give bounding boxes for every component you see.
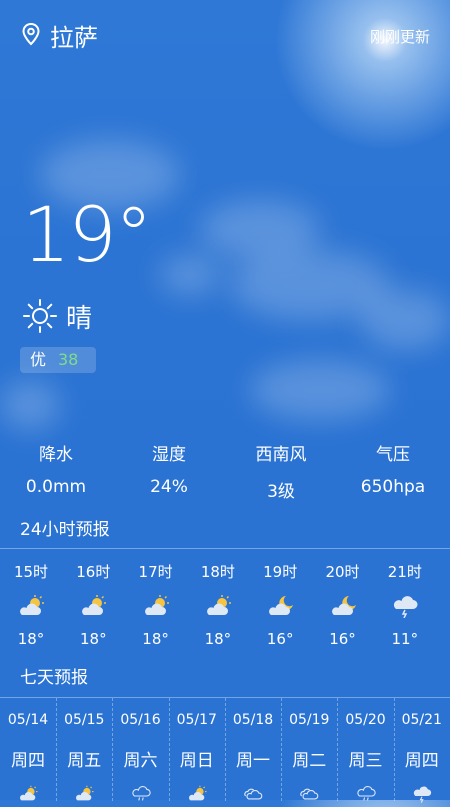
hour-time: 19时 [263, 563, 298, 581]
hour-temp: 18° [80, 630, 107, 648]
day-weekday: 周四 [11, 751, 45, 771]
hourly-item: 19时 16° [249, 549, 311, 648]
rain-icon [130, 785, 152, 805]
current-temperature: 19° [22, 190, 153, 279]
day-date: 05/19 [289, 712, 330, 728]
stat-pressure: 气压 650hpa [338, 440, 448, 497]
day-date: 05/20 [345, 712, 386, 728]
rain-icon [355, 785, 377, 805]
hour-time: 16时 [76, 563, 111, 581]
top-bar: 拉萨 刚刚更新 [0, 0, 450, 70]
day-date: 05/15 [64, 712, 105, 728]
location-pin-icon[interactable] [20, 22, 42, 46]
stat-value: 0.0mm [25, 477, 87, 497]
stat-wind: 西南风 3级 [226, 440, 336, 502]
day-weekday: 周二 [292, 751, 327, 771]
hour-temp: 11° [391, 630, 419, 648]
daily-item[interactable]: 05/16 周六 [113, 698, 170, 801]
day-date: 05/14 [7, 712, 49, 728]
daily-forecast[interactable]: 05/14 周四 05/15 周五 05/16 周六 05/17 周日 05/18 周一 05/19… [0, 697, 450, 803]
partly-cloudy-moon-icon [328, 594, 358, 618]
daily-item[interactable]: 05/14 周四 [0, 698, 57, 801]
daily-item[interactable]: 05/19 周二 [281, 698, 339, 801]
day-weekday: 周四 [404, 751, 439, 771]
hourly-item: 21时 11° [374, 549, 436, 648]
day-date: 05/17 [176, 712, 217, 728]
stat-humidity: 湿度 24% [114, 440, 224, 497]
stat-value: 650hpa [360, 477, 426, 497]
hour-temp: 16° [329, 630, 356, 648]
day-weekday: 周日 [179, 751, 214, 771]
stat-precipitation: 降水 0.0mm [1, 440, 111, 497]
day-weekday: 周五 [67, 751, 102, 771]
aqi-label: 优 [30, 350, 47, 369]
hourly-item: 15时 18° [0, 549, 62, 648]
hour-time: 17时 [138, 563, 173, 581]
daily-item[interactable]: 05/21 周四 [394, 698, 450, 803]
hour-temp: 18° [17, 630, 45, 648]
stat-value: 3级 [267, 482, 295, 502]
thunderstorm-icon [390, 594, 420, 619]
hour-temp: 18° [204, 630, 232, 648]
stat-value: 24% [150, 477, 188, 497]
daily-item[interactable]: 05/18 周一 [225, 698, 282, 801]
partly-cloudy-sun-icon [78, 594, 108, 618]
stat-label: 气压 [376, 445, 410, 465]
hour-time: 15时 [13, 563, 49, 581]
partly-cloudy-sun-icon [73, 785, 95, 805]
partly-cloudy-sun-icon [16, 594, 46, 618]
cloudy-icon [242, 785, 264, 805]
hourly-item: 20时 16° [312, 549, 374, 648]
daily-item[interactable]: 05/15 周五 [56, 698, 114, 801]
partly-cloudy-sun-icon [186, 785, 208, 805]
hour-time: 20时 [325, 563, 360, 581]
cloudy-icon [298, 785, 320, 805]
partly-cloudy-sun-icon [203, 594, 233, 618]
daily-item[interactable]: 05/17 周日 [169, 698, 226, 801]
sunny-icon [23, 299, 57, 333]
day-weekday: 周六 [123, 751, 158, 771]
day-weekday: 周一 [236, 751, 270, 771]
aqi-value: 38 [58, 350, 79, 369]
stat-label: 西南风 [255, 445, 307, 465]
hourly-item: 17时 18° [125, 549, 187, 648]
hour-time: 21时 [387, 563, 422, 581]
weather-stats: 降水 0.0mm 湿度 24% 西南风 3级 气压 650hpa [0, 440, 450, 502]
hour-temp: 18° [142, 630, 169, 648]
stat-label: 湿度 [152, 445, 186, 465]
stat-label: 降水 [39, 445, 73, 465]
day-date: 05/21 [401, 712, 442, 728]
day-date: 05/18 [232, 712, 274, 728]
thunderstorm-icon [411, 785, 433, 805]
update-status[interactable]: 刚刚更新 [370, 26, 430, 47]
partly-cloudy-sun-icon [141, 594, 171, 618]
partly-cloudy-moon-icon [265, 594, 295, 618]
weather-condition: 晴 [66, 304, 93, 334]
day-date: 05/16 [120, 712, 161, 728]
hourly-forecast-title: 24小时预报 [20, 520, 110, 540]
hour-time: 18时 [200, 563, 235, 581]
hourly-item: 18时 18° [187, 549, 249, 648]
daily-item[interactable]: 05/20 周三 [338, 698, 395, 801]
hourly-forecast[interactable]: 15时 18° 16时 18° 17时 18° 18时 18° 19时 16° 20时 16° 21时 1… [0, 548, 450, 659]
hourly-item: 16时 18° [62, 549, 124, 648]
hour-temp: 16° [266, 630, 294, 648]
day-weekday: 周三 [348, 751, 383, 771]
air-quality-badge[interactable]: 优 38 [20, 347, 96, 373]
daily-forecast-title: 七天预报 [20, 668, 88, 688]
partly-cloudy-sun-icon [17, 785, 39, 805]
city-name[interactable]: 拉萨 [50, 18, 98, 53]
